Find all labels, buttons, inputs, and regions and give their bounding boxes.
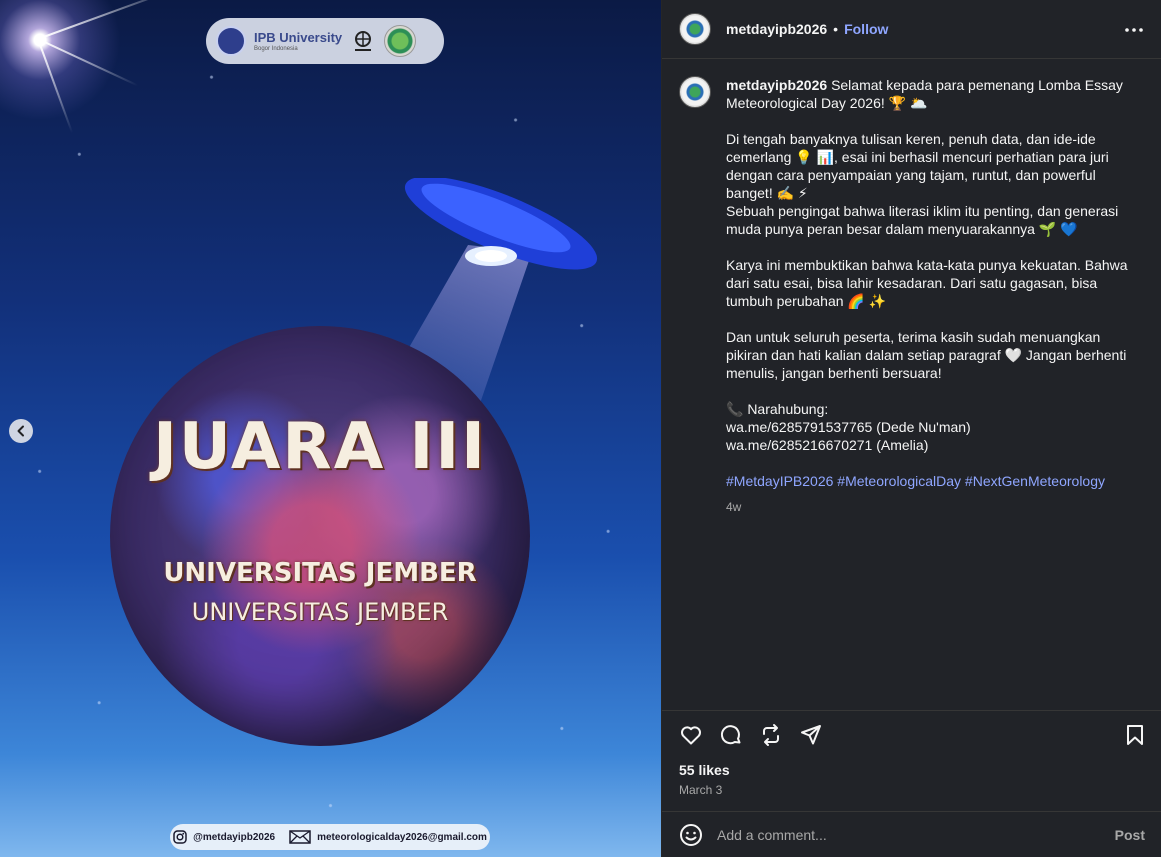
winner-university-subtitle: UNIVERSITAS JEMBER (191, 598, 449, 626)
post-media[interactable]: IPB University Bogor Indonesia JUARA III… (0, 0, 661, 857)
ufo-illustration (404, 178, 598, 270)
sponsor-logos: IPB University Bogor Indonesia (206, 18, 444, 64)
comment-input[interactable] (717, 826, 1115, 843)
more-icon (1125, 28, 1143, 32)
previous-slide-button[interactable] (9, 419, 33, 443)
repost-icon (763, 724, 779, 746)
ipb-wordmark: IPB University Bogor Indonesia (254, 29, 343, 52)
hashtags: #MetdayIPB2026 #MeteorologicalDay #NextG… (726, 472, 1136, 490)
like-button[interactable] (678, 722, 704, 748)
save-button[interactable] (1122, 722, 1148, 748)
post-sidebar: metdayipb2026 • Follow metdayipb2026 Sel… (661, 0, 1161, 857)
share-button[interactable] (798, 722, 824, 748)
mail-icon (289, 830, 311, 844)
award-title: JUARA III (153, 410, 487, 484)
post-comment-button[interactable]: Post (1115, 827, 1145, 843)
contact-email: meteorologicalday2026@gmail.com (317, 831, 487, 843)
caption-paragraph: Karya ini membuktikan bahwa kata-kata pu… (726, 257, 1128, 309)
winner-university: UNIVERSITAS JEMBER (163, 558, 477, 588)
hashtag-link[interactable]: #MetdayIPB2026 (726, 473, 833, 489)
like-count[interactable]: 55 likes (679, 762, 730, 778)
hashtag-link[interactable]: #MeteorologicalDay (837, 473, 961, 489)
contact-bar: @metdayipb2026 meteorologicalday2026@gma… (170, 824, 490, 850)
comment-composer: Post (662, 811, 1161, 857)
metday-logo (384, 25, 417, 57)
post-header: metdayipb2026 • Follow (662, 0, 1161, 59)
follow-button[interactable]: Follow (844, 21, 888, 37)
contact-link: wa.me/6285216670271 (Amelia) (726, 437, 929, 453)
contact-link: wa.me/6285791537765 (Dede Nu'man) (726, 419, 971, 435)
caption-paragraph: Sebuah pengingat bahwa literasi iklim it… (726, 203, 1119, 237)
hashtag-link[interactable]: #NextGenMeteorology (965, 473, 1105, 489)
post-date[interactable]: March 3 (679, 783, 722, 797)
separator-dot: • (833, 21, 839, 37)
comment-button[interactable] (718, 722, 744, 748)
ipb-logo (216, 26, 246, 56)
planet-illustration (110, 326, 530, 746)
caption-intro: metdayipb2026 Selamat kepada para pemena… (726, 77, 1123, 111)
caption-paragraph: Di tengah banyaknya tulisan keren, penuh… (726, 131, 1109, 201)
repost-button[interactable] (758, 722, 784, 748)
contact-label: 📞 Narahubung: (726, 401, 829, 417)
bookmark-icon (1127, 725, 1143, 745)
heart-icon (681, 726, 701, 745)
caption-text: metdayipb2026 Selamat kepada para pemena… (726, 76, 1136, 516)
emoji-icon[interactable] (679, 823, 703, 847)
post-caption: metdayipb2026 Selamat kepada para pemena… (679, 76, 1149, 516)
himagreto-logo (355, 31, 372, 51)
avatar[interactable] (679, 13, 711, 45)
chevron-left-icon (17, 425, 24, 437)
caption-username[interactable]: metdayipb2026 (726, 77, 827, 93)
instagram-handle: @metdayipb2026 (193, 831, 276, 843)
comment-icon (720, 725, 741, 745)
action-bar (662, 710, 1161, 756)
caption-timestamp[interactable]: 4w (726, 498, 1136, 516)
share-icon (801, 725, 821, 745)
header-username[interactable]: metdayipb2026 (726, 21, 827, 37)
caption-paragraph: Dan untuk seluruh peserta, terima kasih … (726, 329, 1127, 381)
more-options-button[interactable] (1124, 20, 1144, 40)
instagram-icon (173, 830, 187, 844)
avatar[interactable] (679, 76, 711, 108)
